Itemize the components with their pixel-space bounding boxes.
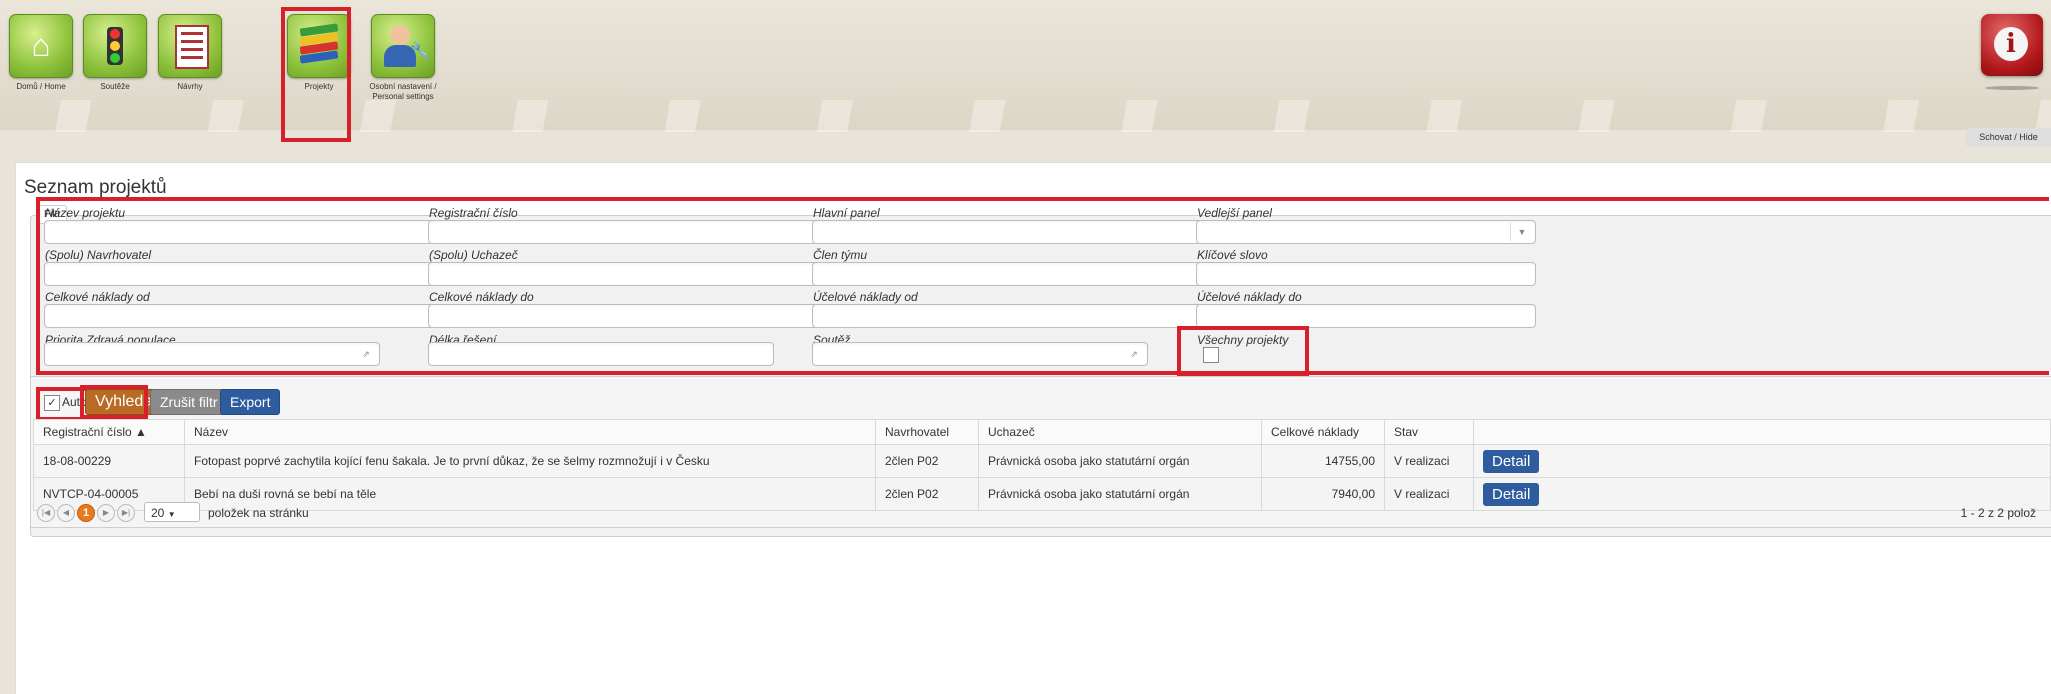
page-size-label: položek na stránku	[208, 506, 309, 520]
page-size-value: 20	[151, 506, 165, 520]
document-icon	[158, 14, 222, 78]
cell-naklady: 14755,00	[1261, 444, 1385, 478]
label-celk-do: Celkové náklady do	[429, 290, 534, 304]
lookup-icon[interactable]: ⇗	[1123, 345, 1145, 363]
next-page-icon[interactable]: ▶	[97, 504, 115, 522]
label-klicove-slovo: Klíčové slovo	[1197, 248, 1268, 262]
cell-stav: V realizaci	[1384, 444, 1474, 478]
label-clen-tymu: Člen týmu	[813, 248, 868, 262]
detail-button[interactable]: Detail	[1483, 449, 1540, 473]
info-shadow	[1985, 86, 2039, 90]
ucel-do-input[interactable]	[1196, 304, 1536, 328]
page-size-select[interactable]: 20 ▼	[144, 502, 200, 522]
cell-nazev: Fotopast poprvé zachytila kojící fenu ša…	[184, 444, 876, 478]
vedlejsi-panel-select[interactable]: ▼	[1196, 220, 1536, 244]
label-registracni-cislo: Registrační číslo	[429, 206, 518, 220]
label-uchazec: (Spolu) Uchazeč	[429, 248, 518, 262]
cell-uchazec: Právnická osoba jako statutární orgán	[978, 444, 1262, 478]
soutez-input[interactable]: ⇗	[812, 342, 1148, 366]
nav-home-label: Domů / Home	[16, 82, 66, 91]
label-ucel-do: Účelové náklady do	[1197, 290, 1302, 304]
col-nazev[interactable]: Název	[184, 419, 876, 445]
info-icon: i	[1994, 27, 2028, 61]
label-nazev-projektu: Název projektu	[45, 206, 126, 220]
nav-settings[interactable]: 🔧 Osobní nastavení / Personal settings	[368, 14, 438, 102]
vsechny-highlight	[1177, 326, 1309, 378]
col-action	[1473, 419, 2051, 445]
hide-toggle[interactable]: Schovat / Hide	[1966, 128, 2051, 146]
table-row[interactable]: 18-08-00229 Fotopast poprvé zachytila ko…	[33, 444, 2051, 478]
home-icon: ⌂	[9, 14, 73, 78]
export-button[interactable]: Export	[220, 389, 281, 415]
cell-reg: 18-08-00229	[33, 444, 185, 478]
col-uchazec[interactable]: Uchazeč	[978, 419, 1262, 445]
label-navrhovatel: (Spolu) Navrhovatel	[45, 248, 152, 262]
traffic-light-icon	[83, 14, 147, 78]
klicove-slovo-input[interactable]	[1196, 262, 1536, 286]
nav-soutez-label: Soutěže	[100, 82, 130, 91]
col-navrhovatel[interactable]: Navrhovatel	[875, 419, 979, 445]
nav-home[interactable]: ⌂ Domů / Home	[6, 14, 76, 92]
label-ucel-od: Účelové náklady od	[813, 290, 918, 304]
cell-action: Detail	[1473, 444, 2051, 478]
pager-info: 1 - 2 z 2 polož	[1960, 506, 2036, 520]
col-stav[interactable]: Stav	[1384, 419, 1474, 445]
lookup-icon[interactable]: ⇗	[355, 345, 377, 363]
nav-navrhy-label: Návrhy	[177, 82, 203, 91]
auto-checkbox[interactable]: ✓	[44, 395, 60, 411]
table-header-row: Registrační číslo ▲ Název Navrhovatel Uc…	[33, 419, 2051, 445]
col-naklady[interactable]: Celkové náklady	[1261, 419, 1385, 445]
delka-input[interactable]	[428, 342, 774, 366]
label-hlavni-panel: Hlavní panel	[813, 206, 880, 220]
page-title: Seznam projektů	[24, 177, 167, 198]
priorita-input[interactable]: ⇗	[44, 342, 380, 366]
info-button[interactable]: i	[1981, 14, 2043, 76]
cell-navrh: 2člen P02	[875, 444, 979, 478]
chevron-down-icon: ▼	[167, 510, 176, 519]
chevron-down-icon[interactable]: ▼	[1510, 223, 1533, 241]
clear-filter-button[interactable]: Zrušit filtr	[150, 389, 228, 415]
pager: |◀ ◀ 1 ▶ ▶| 20 ▼ položek na stránku 1 - …	[33, 498, 2040, 528]
nav-navrhy[interactable]: Návrhy	[155, 14, 225, 92]
nav-soutez[interactable]: Soutěže	[80, 14, 150, 92]
user-settings-icon: 🔧	[371, 14, 435, 78]
nav-settings-label: Osobní nastavení / Personal settings	[369, 82, 437, 101]
label-vedlejsi-panel: Vedlejší panel	[1197, 206, 1272, 220]
nav-projekty-highlight	[281, 7, 351, 142]
current-page[interactable]: 1	[77, 504, 95, 522]
last-page-icon[interactable]: ▶|	[117, 504, 135, 522]
prev-page-icon[interactable]: ◀	[57, 504, 75, 522]
col-registracni-cislo[interactable]: Registrační číslo ▲	[33, 419, 185, 445]
first-page-icon[interactable]: |◀	[37, 504, 55, 522]
label-celk-od: Celkové náklady od	[45, 290, 150, 304]
search-highlight	[80, 385, 148, 419]
